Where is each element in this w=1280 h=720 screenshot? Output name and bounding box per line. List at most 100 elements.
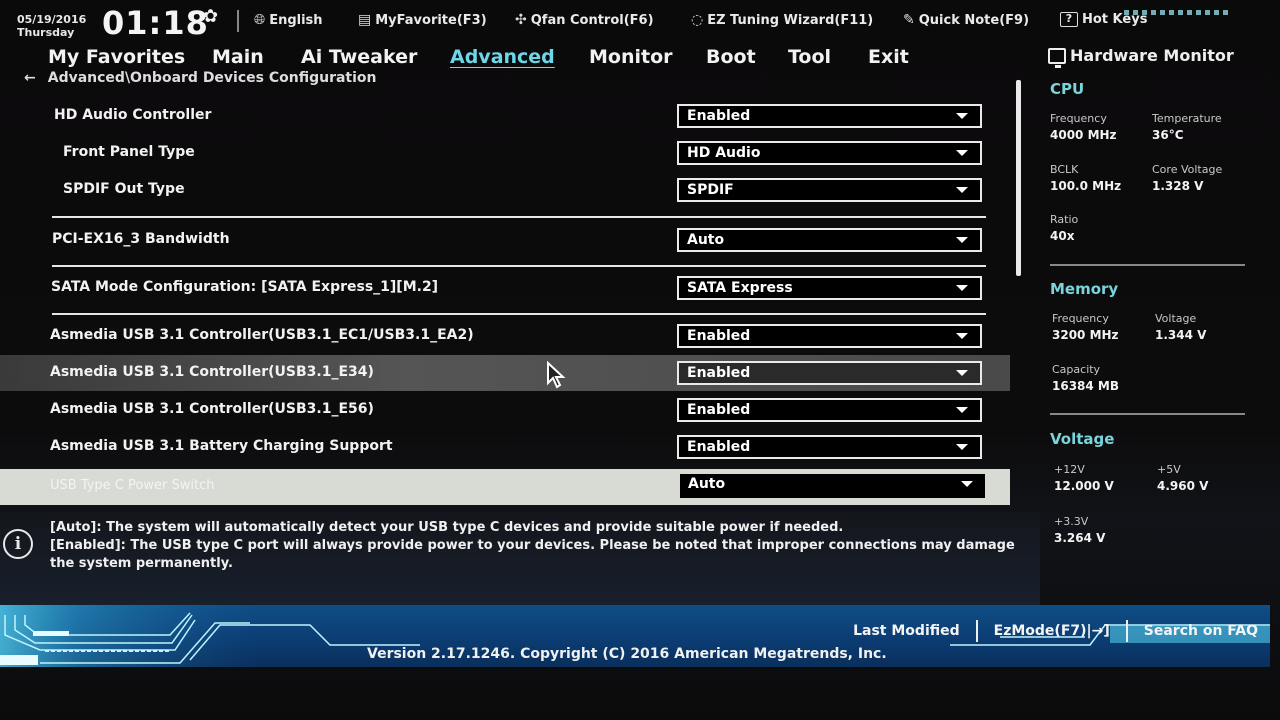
voltage-12v: +12V 12.000 V (1054, 463, 1114, 493)
setting-row-usb-type-c-power-switch[interactable]: USB Type C Power Switch Auto (0, 469, 1010, 505)
divider (975, 620, 978, 642)
myfavorite-button[interactable]: ▤ MyFavorite(F3) (358, 12, 487, 28)
setting-dropdown[interactable]: Enabled (677, 104, 982, 128)
qfan-control-button[interactable]: ✣ Qfan Control(F6) (515, 12, 654, 28)
help-line-auto: [Auto]: The system will automatically de… (50, 520, 844, 535)
setting-dropdown[interactable]: Enabled (677, 361, 982, 385)
search-faq-button[interactable]: Search on FAQ (1144, 623, 1258, 639)
date-display: 05/19/2016 Thursday (17, 13, 86, 39)
dropdown-value: Auto (687, 232, 725, 248)
back-arrow-icon[interactable]: ← (24, 70, 36, 86)
ez-tuning-label: EZ Tuning Wizard(F11) (707, 12, 874, 28)
tab-advanced[interactable]: Advanced (450, 46, 555, 68)
setting-row-asmedia-battery-charging[interactable]: Asmedia USB 3.1 Battery Charging Support… (0, 429, 1010, 465)
dropdown-value: Enabled (687, 328, 751, 344)
lightbulb-icon: ◌ (691, 12, 704, 28)
tab-my-favorites[interactable]: My Favorites (48, 46, 185, 68)
section-divider (52, 313, 986, 315)
cpu-temperature: Temperature 36°C (1152, 112, 1222, 142)
setting-row-pci-ex16-3-bandwidth[interactable]: PCI-EX16_3 Bandwidth Auto (0, 222, 1010, 258)
caret-down-icon (956, 370, 968, 376)
dropdown-value: Enabled (687, 402, 751, 418)
quick-note-button[interactable]: ✎ Quick Note(F9) (903, 12, 1029, 28)
hardware-monitor-label: Hardware Monitor (1070, 46, 1234, 65)
tab-monitor[interactable]: Monitor (589, 46, 673, 68)
caret-down-icon (956, 113, 968, 119)
dropdown-value: Enabled (687, 365, 751, 381)
ez-tuning-wizard-button[interactable]: ◌ EZ Tuning Wizard(F11) (691, 12, 873, 28)
tab-main[interactable]: Main (212, 46, 264, 68)
setting-row-hd-audio-controller[interactable]: HD Audio Controller Enabled (0, 98, 1010, 134)
setting-dropdown[interactable]: Auto (680, 474, 985, 498)
caret-down-icon (956, 285, 968, 291)
tab-exit[interactable]: Exit (868, 46, 909, 68)
setting-dropdown[interactable]: HD Audio (677, 141, 982, 165)
voltage-3-3v: +3.3V 3.264 V (1054, 515, 1106, 545)
caret-down-icon (956, 187, 968, 193)
last-modified-button[interactable]: Last Modified (853, 623, 960, 639)
setting-label: Asmedia USB 3.1 Controller(USB3.1_E56) (50, 401, 374, 417)
footer-links: Last Modified EzMode(F7)|→] Search on FA… (853, 620, 1258, 642)
tab-ai-tweaker[interactable]: Ai Tweaker (301, 46, 417, 68)
cpu-ratio: Ratio 40x (1050, 213, 1079, 243)
hardware-monitor-title: Hardware Monitor (1048, 46, 1234, 68)
dropdown-value: HD Audio (687, 145, 761, 161)
setting-label: Asmedia USB 3.1 Battery Charging Support (50, 438, 393, 454)
caret-down-icon (961, 481, 973, 487)
day-text: Thursday (17, 26, 75, 39)
voltage-5v: +5V 4.960 V (1157, 463, 1209, 493)
dropdown-value: Enabled (687, 108, 751, 124)
caret-down-icon (956, 333, 968, 339)
dropdown-value: Enabled (687, 439, 751, 455)
bios-screen: 05/19/2016 Thursday 01:18 ✿ 🌐︎ English ▤… (0, 0, 1280, 720)
memory-capacity: Capacity 16384 MB (1052, 363, 1120, 393)
info-icon: i (3, 529, 33, 559)
setting-row-asmedia-usb-e56[interactable]: Asmedia USB 3.1 Controller(USB3.1_E56) E… (0, 392, 1010, 428)
note-icon: ✎ (903, 12, 915, 28)
scrollbar[interactable] (1016, 80, 1021, 276)
tab-boot[interactable]: Boot (706, 46, 756, 68)
setting-dropdown[interactable]: Enabled (677, 324, 982, 348)
version-text: Version 2.17.1246. Copyright (C) 2016 Am… (367, 646, 887, 662)
setting-row-asmedia-usb-ec1-ea2[interactable]: Asmedia USB 3.1 Controller(USB3.1_EC1/US… (0, 318, 1010, 354)
setting-dropdown[interactable]: Enabled (677, 398, 982, 422)
qfan-label: Qfan Control(F6) (530, 12, 654, 28)
setting-row-sata-mode[interactable]: SATA Mode Configuration: [SATA Express_1… (0, 270, 1010, 306)
setting-row-asmedia-usb-e34[interactable]: Asmedia USB 3.1 Controller(USB3.1_E34) E… (0, 355, 1010, 391)
clock: 01:18 (102, 4, 209, 42)
cpu-core-voltage: Core Voltage 1.328 V (1152, 163, 1223, 193)
breadcrumb-path: Advanced\Onboard Devices Configuration (47, 70, 377, 86)
gear-icon[interactable]: ✿ (203, 6, 218, 27)
help-line-enabled: [Enabled]: The USB type C port will alwa… (50, 538, 1015, 571)
quick-note-label: Quick Note(F9) (918, 12, 1030, 28)
setting-label: HD Audio Controller (54, 107, 212, 123)
setting-label: SPDIF Out Type (63, 181, 185, 197)
setting-row-spdif-out-type[interactable]: SPDIF Out Type SPDIF (0, 172, 1010, 208)
fan-icon: ✣ (515, 12, 527, 28)
setting-label: Front Panel Type (63, 144, 195, 160)
setting-row-front-panel-type[interactable]: Front Panel Type HD Audio (0, 135, 1010, 171)
setting-label: USB Type C Power Switch (50, 478, 215, 493)
section-divider (1050, 264, 1245, 266)
cpu-section-title: CPU (1050, 80, 1085, 98)
cpu-frequency: Frequency 4000 MHz (1050, 112, 1117, 142)
dropdown-value: SATA Express (687, 280, 793, 296)
setting-label: Asmedia USB 3.1 Controller(USB3.1_EC1/US… (50, 327, 474, 343)
caret-down-icon (956, 237, 968, 243)
date-text: 05/19/2016 (17, 13, 87, 26)
caret-down-icon (956, 444, 968, 450)
setting-dropdown[interactable]: Auto (677, 228, 982, 252)
ezmode-button[interactable]: EzMode(F7)|→] (994, 623, 1110, 639)
tab-tool[interactable]: Tool (788, 46, 831, 68)
memory-frequency: Frequency 3200 MHz (1052, 312, 1119, 342)
setting-dropdown[interactable]: SATA Express (677, 276, 982, 300)
setting-label: Asmedia USB 3.1 Controller(USB3.1_E34) (50, 364, 374, 380)
setting-dropdown[interactable]: SPDIF (677, 178, 982, 202)
dropdown-value: Auto (688, 476, 726, 492)
language-button[interactable]: 🌐︎ English (254, 12, 323, 28)
breadcrumb: ← Advanced\Onboard Devices Configuration (24, 70, 377, 86)
caret-down-icon (956, 150, 968, 156)
favorite-list-icon: ▤ (358, 12, 372, 28)
setting-dropdown[interactable]: Enabled (677, 435, 982, 459)
help-text: [Auto]: The system will automatically de… (50, 519, 1020, 573)
